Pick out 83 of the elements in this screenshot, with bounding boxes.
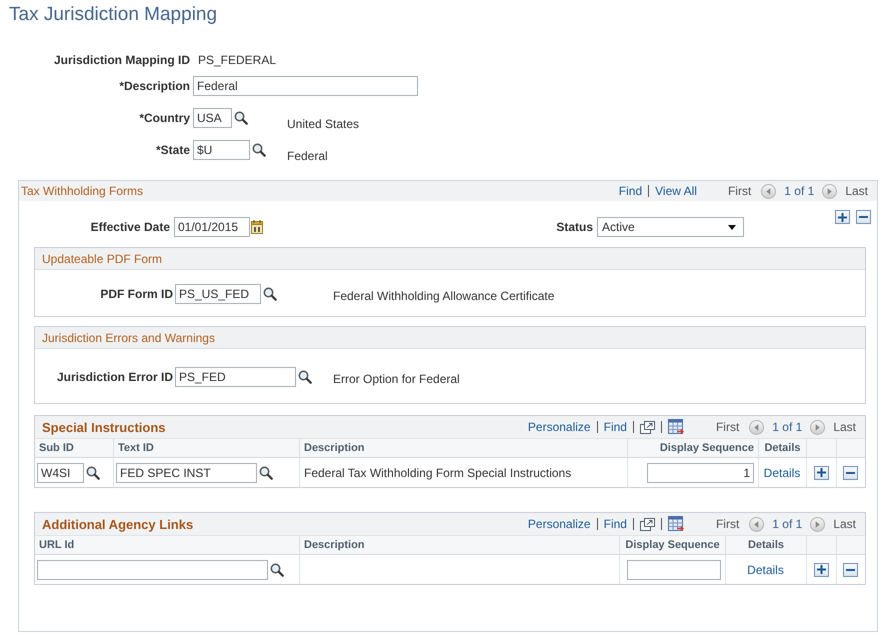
delete-row-button[interactable] — [843, 466, 858, 480]
last-link[interactable]: Last — [845, 184, 868, 198]
plus-icon — [816, 565, 826, 574]
first-link[interactable]: First — [728, 184, 752, 198]
field-label: Status — [555, 220, 593, 234]
nav-link[interactable]: View All — [655, 184, 697, 198]
row-count: 1 of 1 — [772, 420, 802, 434]
column-header: Sub ID — [35, 439, 114, 457]
field-label: Effective Date — [90, 220, 170, 234]
delete-row-button[interactable] — [843, 562, 858, 576]
group-title: Tax Withholding Forms — [21, 184, 144, 198]
description-text: Error Option for Federal — [333, 371, 460, 386]
input-field[interactable]: 1 — [647, 462, 754, 482]
spreadsheet-icon[interactable] — [668, 516, 684, 532]
add-row-button[interactable] — [835, 210, 850, 224]
column-header: Description — [300, 536, 620, 554]
search-icon[interactable] — [270, 562, 284, 576]
grid-title: Special Instructions — [42, 420, 166, 434]
search-icon[interactable] — [234, 111, 248, 125]
row-count: 1 of 1 — [784, 184, 814, 198]
input-field[interactable]: USA — [193, 108, 232, 128]
column-header: URL Id — [35, 536, 300, 554]
field-label: *State — [154, 142, 190, 159]
column-header: Details — [759, 439, 807, 457]
page-title: Tax Jurisdiction Mapping — [9, 4, 218, 26]
description-text: Federal Withholding Allowance Certificate — [333, 288, 554, 303]
nav-link[interactable]: Personalize — [528, 517, 591, 531]
input-field[interactable]: FED SPEC INST — [116, 462, 257, 482]
search-icon[interactable] — [252, 143, 266, 157]
nav-link[interactable]: Find — [604, 420, 627, 434]
status-dropdown[interactable]: Active — [597, 217, 744, 237]
field-label: Jurisdiction Error ID — [56, 369, 173, 386]
search-icon[interactable] — [86, 466, 100, 480]
add-row-button[interactable] — [814, 562, 828, 576]
nav-link[interactable]: Find — [604, 517, 627, 531]
field-value: PS_FEDERAL — [198, 53, 276, 67]
minus-icon — [846, 472, 855, 474]
field-label: PDF Form ID — [99, 286, 173, 303]
spreadsheet-icon[interactable] — [668, 419, 684, 435]
last-link[interactable]: Last — [833, 420, 856, 434]
section-title: Updateable PDF Form — [42, 252, 162, 266]
input-field[interactable]: W4SI — [37, 462, 84, 482]
description-text: United States — [287, 116, 360, 131]
input-field[interactable] — [627, 560, 721, 580]
plus-icon — [816, 468, 826, 477]
details-link[interactable]: Details — [764, 466, 800, 480]
date-field[interactable]: 01/01/2015 — [174, 217, 250, 237]
column-header: Text ID — [114, 439, 300, 457]
search-icon[interactable] — [263, 287, 277, 301]
field-label: *Description — [118, 78, 190, 95]
calendar-icon[interactable] — [251, 220, 263, 234]
nav-link[interactable]: Find — [618, 184, 642, 198]
grid-title: Additional Agency Links — [42, 516, 194, 532]
minus-icon — [859, 216, 868, 218]
minus-icon — [846, 568, 855, 570]
section-title: Jurisdiction Errors and Warnings — [42, 330, 215, 344]
caret-icon — [728, 224, 736, 230]
first-link[interactable]: First — [716, 517, 740, 531]
column-header: Display Sequence — [620, 536, 726, 554]
field-label: *Country — [138, 110, 190, 127]
search-icon[interactable] — [259, 466, 273, 480]
column-header: Details — [726, 536, 807, 554]
row-count: 1 of 1 — [772, 517, 802, 531]
new-window-icon[interactable] — [640, 420, 655, 434]
column-header: Description — [300, 439, 628, 457]
new-window-icon[interactable] — [640, 518, 655, 530]
description-text: Federal — [287, 148, 328, 163]
last-link[interactable]: Last — [833, 517, 856, 531]
input-field[interactable]: Federal — [193, 76, 418, 96]
input-field[interactable] — [37, 560, 268, 580]
field-label: Jurisdiction Mapping ID — [52, 53, 190, 67]
add-row-button[interactable] — [814, 466, 828, 480]
column-header: Display Sequence — [628, 439, 759, 457]
search-icon[interactable] — [298, 370, 312, 384]
details-link[interactable]: Details — [747, 562, 784, 576]
first-link[interactable]: First — [716, 420, 740, 434]
input-field[interactable]: PS_US_FED — [175, 284, 261, 304]
input-field[interactable]: $U — [193, 140, 250, 160]
nav-link[interactable]: Personalize — [528, 420, 591, 434]
delete-row-button[interactable] — [856, 210, 871, 224]
plus-icon — [838, 212, 847, 222]
table-cell-text: Federal Tax Withholding Form Special Instructions — [303, 466, 572, 480]
input-field[interactable]: PS_FED — [175, 367, 296, 387]
